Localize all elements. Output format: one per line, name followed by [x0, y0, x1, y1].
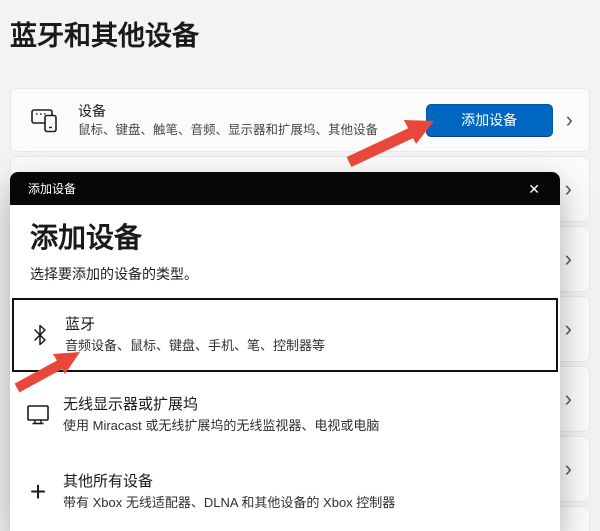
dialog-description: 选择要添加的设备的类型。 — [30, 266, 198, 282]
option-subtitle: 音频设备、鼠标、键盘、手机、笔、控制器等 — [65, 338, 326, 354]
option-text: 无线显示器或扩展坞 使用 Miracast 或无线扩展坞的无线监视器、电视或电脑 — [63, 395, 379, 435]
devices-card[interactable]: 设备 鼠标、键盘、触笔、音频、显示器和扩展坞、其他设备 添加设备 › — [10, 88, 590, 152]
page-title: 蓝牙和其他设备 — [10, 21, 199, 51]
dialog-heading: 添加设备 — [30, 222, 143, 253]
plus-icon: + — [29, 476, 47, 507]
chevron-right-icon: › — [564, 316, 572, 341]
option-everything-else[interactable]: + 其他所有设备 带有 Xbox 无线适配器、DLNA 和其他设备的 Xbox … — [10, 460, 560, 524]
option-title: 无线显示器或扩展坞 — [63, 396, 199, 414]
chevron-right-icon: › — [564, 246, 572, 271]
option-subtitle: 使用 Miracast 或无线扩展坞的无线监视器、电视或电脑 — [63, 418, 380, 434]
bluetooth-icon — [27, 324, 53, 346]
dialog-body: 添加设备 选择要添加的设备的类型。 蓝牙 音频设备、鼠标、键盘、手机、笔、控制器… — [10, 205, 560, 531]
devices-card-title: 设备 — [78, 102, 106, 119]
devices-card-text: 设备 鼠标、键盘、触笔、音频、显示器和扩展坞、其他设备 — [78, 102, 426, 138]
chevron-right-icon: › — [564, 456, 572, 481]
option-subtitle: 带有 Xbox 无线适配器、DLNA 和其他设备的 Xbox 控制器 — [63, 495, 396, 511]
dialog-titlebar-title: 添加设备 — [28, 182, 77, 196]
devices-icon — [29, 106, 63, 134]
option-text: 其他所有设备 带有 Xbox 无线适配器、DLNA 和其他设备的 Xbox 控制… — [63, 472, 395, 512]
monitor-icon — [25, 404, 51, 426]
dialog-titlebar: 添加设备 ✕ — [10, 172, 560, 205]
option-title: 蓝牙 — [65, 316, 96, 334]
close-icon[interactable]: ✕ — [520, 178, 548, 200]
option-bluetooth[interactable]: 蓝牙 音频设备、鼠标、键盘、手机、笔、控制器等 — [12, 298, 558, 372]
bluetooth-settings-page: 蓝牙和其他设备 设备 鼠标、键盘、触笔、音频、显示器和扩展坞、其他设备 添加设备… — [0, 0, 600, 531]
option-title: 其他所有设备 — [63, 473, 154, 491]
option-text: 蓝牙 音频设备、鼠标、键盘、手机、笔、控制器等 — [65, 315, 325, 355]
chevron-right-icon: › — [564, 386, 572, 411]
devices-card-subtitle: 鼠标、键盘、触笔、音频、显示器和扩展坞、其他设备 — [78, 122, 379, 137]
add-device-button[interactable]: 添加设备 — [425, 103, 553, 137]
chevron-right-icon: › — [564, 176, 572, 201]
add-device-dialog: 添加设备 ✕ 添加设备 选择要添加的设备的类型。 蓝牙 音频设备、鼠标、键盘、手… — [10, 172, 560, 531]
chevron-right-icon: › — [565, 107, 573, 132]
option-wireless-display-or-dock[interactable]: 无线显示器或扩展坞 使用 Miracast 或无线扩展坞的无线监视器、电视或电脑 — [10, 383, 560, 447]
